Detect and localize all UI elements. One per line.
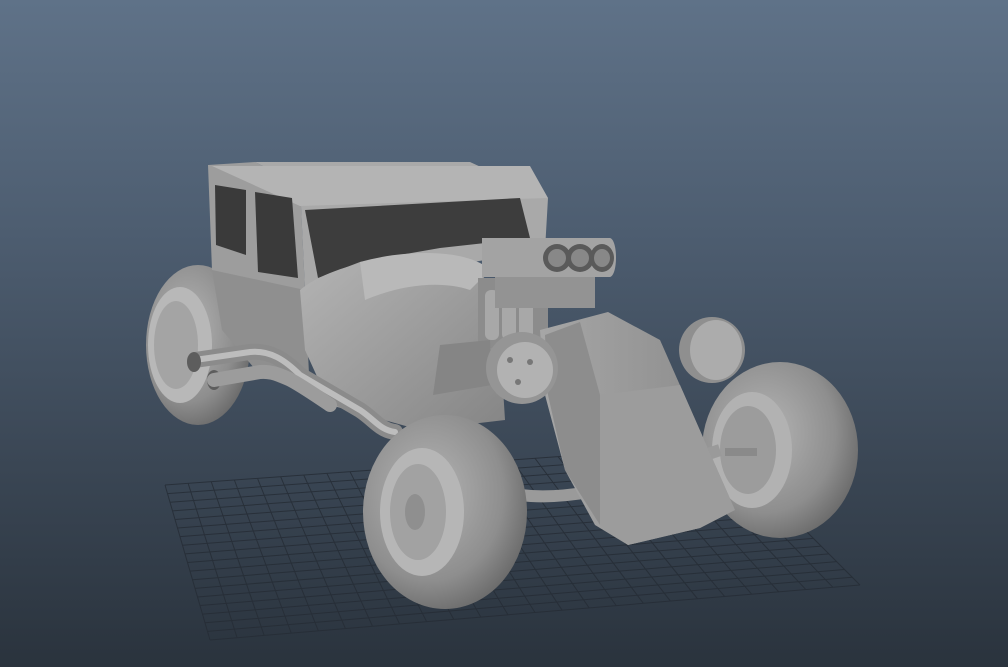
grid-line bbox=[202, 561, 837, 615]
headlight-left bbox=[486, 332, 558, 404]
side-window bbox=[255, 192, 298, 278]
rear-window bbox=[215, 185, 246, 255]
front-left-tire bbox=[363, 415, 527, 609]
grid-line bbox=[207, 576, 853, 632]
hot-rod-model[interactable] bbox=[146, 162, 858, 609]
3d-viewport[interactable] bbox=[0, 0, 1008, 667]
viewport-scene[interactable] bbox=[0, 0, 1008, 667]
headlight-right bbox=[679, 317, 745, 383]
grid-line bbox=[209, 584, 861, 641]
grid-line bbox=[204, 568, 845, 624]
